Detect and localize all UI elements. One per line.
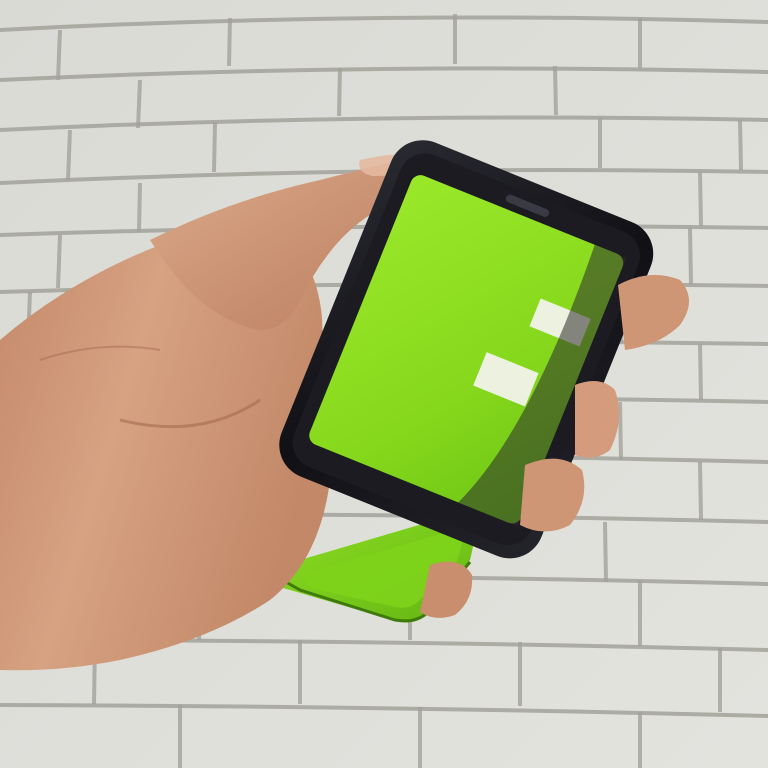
photo-scene [0,0,768,768]
photo-illustration [0,0,768,768]
